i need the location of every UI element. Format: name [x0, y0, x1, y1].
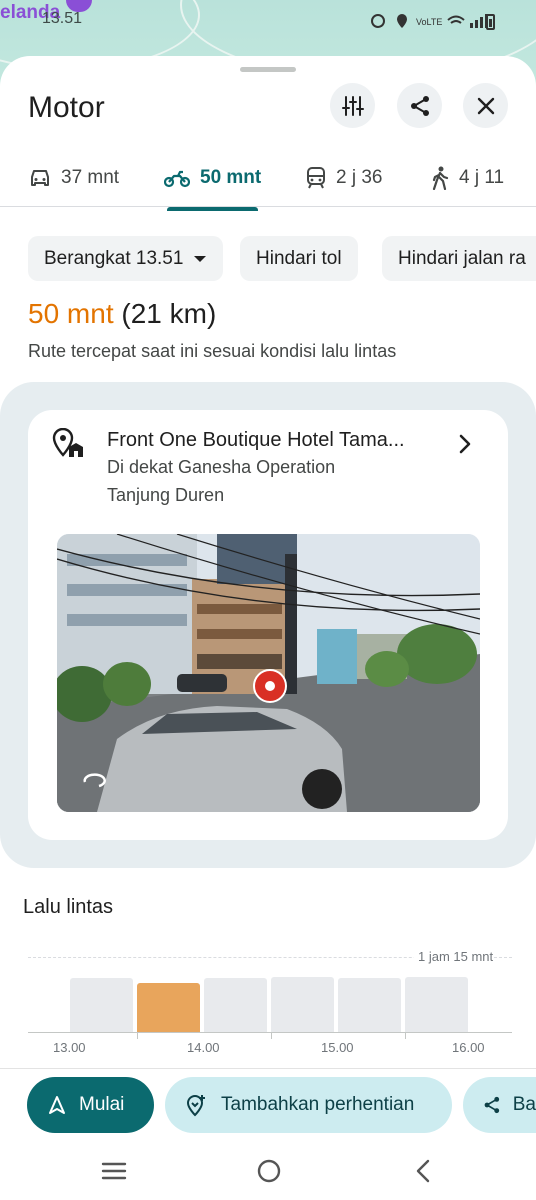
caret-down-icon [194, 255, 207, 262]
traffic-bar[interactable] [405, 977, 468, 1033]
train-icon [307, 167, 325, 189]
share-route-button[interactable]: Ba [463, 1077, 536, 1133]
chip-label: Hindari jalan ra [398, 247, 526, 269]
tick-mark [137, 1032, 138, 1039]
destination-area: Tanjung Duren [107, 485, 225, 505]
recent-apps-icon[interactable] [101, 1160, 127, 1182]
tick-label: 13.00 [53, 1040, 86, 1055]
traffic-title: Lalu lintas [23, 896, 114, 918]
svg-text:VoLTE: VoLTE [416, 17, 442, 27]
status-time: 13.51 [42, 10, 83, 27]
chart-axis [28, 1032, 512, 1033]
tab-transit[interactable]: 2 j 36 [306, 149, 382, 207]
traffic-bar[interactable] [137, 983, 200, 1033]
destination-name: Front One Boutique Hotel Tama... [107, 429, 405, 451]
tab-motorbike[interactable]: 50 mnt [164, 149, 261, 207]
tick-label: 15.00 [321, 1040, 354, 1055]
route-summary: 50 mnt (21 km) [28, 298, 216, 330]
street-view-photo[interactable] [57, 534, 480, 812]
battery-icon [486, 14, 495, 30]
route-duration: 50 mnt [28, 298, 114, 329]
sheet-title: Motor [28, 91, 105, 124]
hotel-location-icon [52, 428, 83, 457]
start-label: Mulai [79, 1094, 125, 1115]
chart-max-label: 1 jam 15 mnt [414, 949, 494, 964]
traffic-bar[interactable] [204, 978, 267, 1033]
tune-icon [341, 95, 364, 116]
route-distance: (21 km) [121, 298, 217, 329]
street-view-image [57, 534, 480, 812]
add-stop-button[interactable]: Tambahkan perhentian [165, 1077, 452, 1133]
tick-label: 14.00 [187, 1040, 220, 1055]
system-nav-bar [0, 1140, 536, 1200]
car-icon [31, 170, 49, 186]
tab-label: 2 j 36 [336, 167, 383, 188]
tick-label: 16.00 [452, 1040, 485, 1055]
tab-label: 37 mnt [61, 167, 120, 188]
avoid-highway-chip[interactable]: Hindari jalan ra [382, 236, 536, 281]
share-icon [410, 95, 429, 116]
drag-handle[interactable] [240, 67, 296, 72]
tab-walk[interactable]: 4 j 11 [431, 149, 504, 207]
chevron-right-icon[interactable] [458, 434, 472, 454]
traffic-bar[interactable] [271, 977, 334, 1033]
tick-mark [405, 1032, 406, 1039]
destination-near: Di dekat Ganesha Operation [107, 457, 336, 477]
home-icon[interactable] [256, 1158, 282, 1184]
back-icon[interactable] [414, 1159, 432, 1183]
traffic-bar[interactable] [70, 978, 133, 1033]
depart-time-chip[interactable]: Berangkat 13.51 [28, 236, 224, 281]
chip-label: Berangkat 13.51 [44, 247, 184, 269]
add-stop-label: Tambahkan perhentian [221, 1094, 415, 1115]
share-label: Ba [512, 1094, 536, 1115]
status-icons: VoLTE [371, 14, 488, 28]
traffic-bar[interactable] [338, 978, 401, 1033]
active-tab-indicator [167, 207, 258, 211]
motorbike-icon [164, 170, 190, 188]
options-button[interactable] [330, 83, 375, 128]
avoid-toll-chip[interactable]: Hindari tol [240, 236, 358, 281]
walk-icon [432, 166, 449, 190]
route-description: Rute tercepat saat ini sesuai kondisi la… [28, 341, 397, 361]
navigation-arrow-icon [49, 1096, 65, 1114]
share-button[interactable] [397, 83, 442, 128]
travel-mode-tabs: 37 mnt 50 mnt 2 j 36 4 j 11 [0, 149, 536, 207]
close-icon [477, 97, 494, 114]
tab-label: 4 j 11 [459, 167, 505, 188]
tick-mark [271, 1032, 272, 1039]
start-button[interactable]: Mulai [27, 1077, 154, 1133]
traffic-bars [28, 971, 512, 1033]
add-location-icon [186, 1094, 205, 1117]
close-button[interactable] [463, 83, 508, 128]
tab-label: 50 mnt [200, 167, 262, 188]
tab-car[interactable]: 37 mnt [29, 149, 119, 207]
share-icon [484, 1096, 500, 1114]
chip-label: Hindari tol [256, 247, 342, 269]
